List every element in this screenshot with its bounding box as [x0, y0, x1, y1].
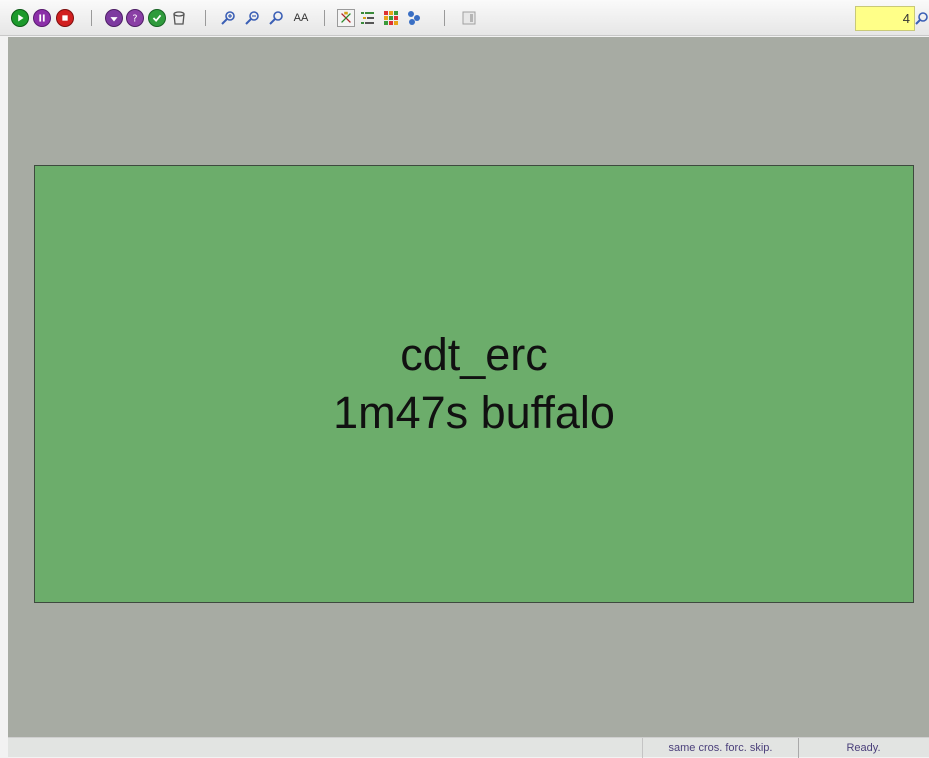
tree-view-icon[interactable] [337, 9, 355, 27]
task-name: cdt_erc [400, 329, 548, 380]
zoom-in-icon[interactable] [219, 9, 237, 27]
question-icon[interactable]: ? [126, 9, 144, 27]
panel-icon[interactable] [460, 9, 478, 27]
svg-text:?: ? [132, 14, 137, 25]
status-state: Ready. [846, 742, 881, 754]
down-arrow-icon[interactable] [105, 9, 123, 27]
task-node[interactable]: cdt_erc 1m47s buffalo [34, 165, 914, 603]
check-icon[interactable] [148, 9, 166, 27]
zoom-level-value: 4 [902, 11, 910, 26]
toolbar-separator [324, 10, 325, 26]
status-bar: same cros. forc. skip. Ready. [8, 737, 929, 758]
toolbar-separator [91, 10, 92, 26]
zoom-fit-icon[interactable] [267, 9, 285, 27]
toolbar: ? AA 4 [0, 0, 929, 36]
font-size-icon[interactable]: AA [290, 9, 312, 27]
magnifier-icon[interactable] [914, 9, 929, 27]
list-view-icon[interactable] [359, 9, 377, 27]
play-icon[interactable] [11, 9, 29, 27]
toolbar-separator [205, 10, 206, 26]
task-detail: 1m47s buffalo [333, 387, 615, 438]
zoom-level-input[interactable]: 4 [855, 6, 915, 31]
status-flags: same cros. forc. skip. [642, 738, 799, 758]
zoom-out-icon[interactable] [243, 9, 261, 27]
toolbar-separator [444, 10, 445, 26]
tool-icon[interactable] [405, 9, 423, 27]
stop-icon[interactable] [56, 9, 74, 27]
task-canvas[interactable]: cdt_erc 1m47s buffalo [8, 37, 929, 737]
font-size-label: AA [293, 12, 309, 24]
bucket-icon[interactable] [170, 9, 188, 27]
pause-icon[interactable] [33, 9, 51, 27]
grid-view-icon[interactable] [382, 9, 400, 27]
